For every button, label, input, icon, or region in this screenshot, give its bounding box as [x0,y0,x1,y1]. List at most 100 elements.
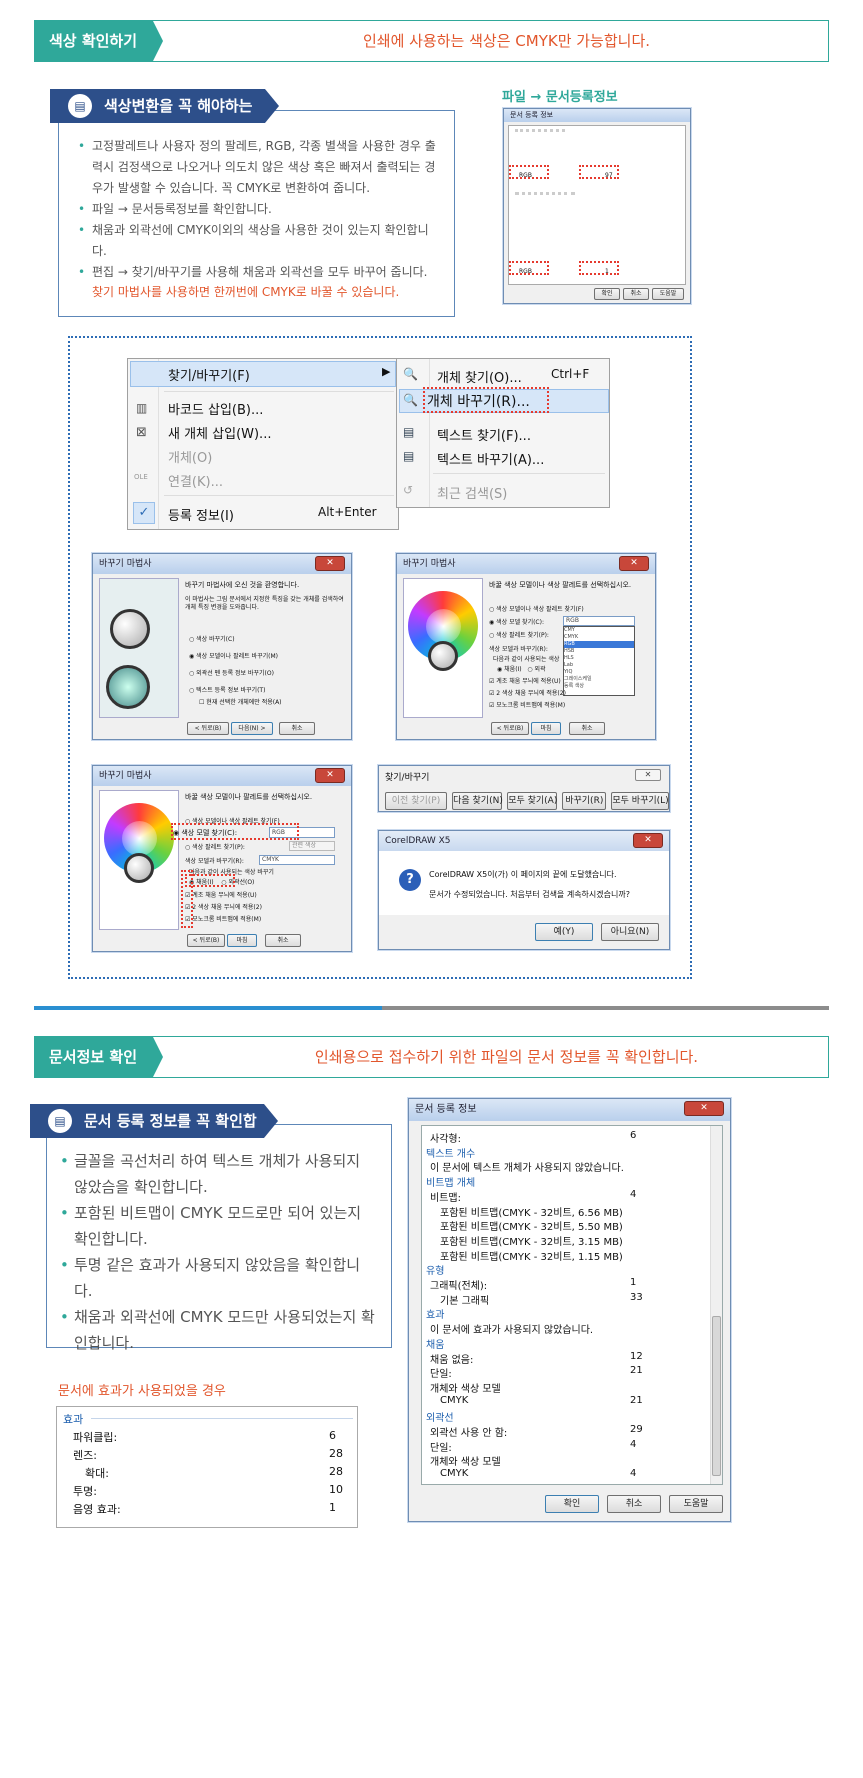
replace-wizard-cmyk: 바꾸기 마법사 ✕ 바꿀 색상 모델이나 팔레트를 선택하십시오. ○ 색상 모… [92,765,352,952]
back-button[interactable]: < 뒤로(B) [187,722,229,735]
edit-menu: 찾기/바꾸기(F) ▶ ▥ 바코드 삽입(B)... ⊠ 새 개체 삽입(W).… [127,358,399,530]
dropdown-option[interactable]: YIQ [564,669,634,676]
wizard2-option[interactable]: ○ 색상 팔레트 찾기(P): [489,630,549,639]
palette-select[interactable]: 관련 색상 [289,841,335,851]
menu-item-insert-object[interactable]: 새 개체 삽입(W)... [168,423,271,442]
back-button[interactable]: < 뒤로(B) [187,934,225,947]
menu-item-properties[interactable]: 등록 정보(I) [168,505,234,524]
section-message-color: 인쇄에 사용하는 색상은 CMYK만 가능합니다. [362,32,651,50]
find-next-button[interactable]: 다음 찾기(N) [452,792,503,810]
color-model-select[interactable]: RGB [563,616,635,626]
submenu-shortcut-find: Ctrl+F [551,367,590,381]
replace-all-button[interactable]: 모두 바꾸기(L) [611,792,670,810]
dropdown-option[interactable]: HSB [564,648,634,655]
dropdown-option[interactable]: HLS [564,655,634,662]
section-header-docinfo: 문서정보 확인 인쇄용으로 접수하기 위한 파일의 문서 정보를 꼭 확인합니다… [34,1036,829,1078]
close-icon[interactable]: ✕ [315,556,345,571]
magnifier-icon [124,853,154,883]
wizard2-illustration [403,578,483,718]
menu-item-link: 연결(K)... [168,475,223,490]
doc-info-row-label: 단일: [430,1369,452,1381]
wizard1-option[interactable]: ○ 색상 바꾸기(C) [189,634,235,643]
wizard2-apply-label: 다음과 같이 사용되는 색상 [493,656,560,663]
scrollbar[interactable] [710,1126,722,1484]
wizard3-option[interactable]: ○ 색상 팔레트 찾기(P): [185,842,245,851]
wizard1-option[interactable]: ○ 텍스트 등록 정보 바꾸기(T) [189,685,265,694]
scrollbar-thumb[interactable] [712,1316,721,1476]
find-all-button[interactable]: 모두 찾기(A) [507,792,557,810]
doc-info-group-heading: 비트맵 개체 [426,1178,476,1190]
doc-info-caption: 파일 → 문서등록정보 [502,90,618,105]
replace-model-select[interactable]: CMYK [259,855,335,865]
yes-button[interactable]: 예(Y) [535,923,593,941]
dropdown-option[interactable]: Lab [564,662,634,669]
effects-table-header: 효과 [63,1413,84,1426]
replace-text-icon: ▤ [403,449,415,463]
close-icon[interactable]: ✕ [315,768,345,783]
doc-info-row-label: 단일: [430,1442,452,1454]
magnifier-icon [106,665,150,709]
dropdown-option[interactable]: CMYK [564,634,634,641]
wizard2-option[interactable]: ◉ 색상 모델 찾기(C): [489,617,544,626]
wizard3-check[interactable]: ☑ 계조 채움 무늬에 적용(U) [185,890,257,899]
close-icon[interactable]: ✕ [684,1101,724,1116]
find-previous-button[interactable]: 이전 찾기(P) [385,792,447,810]
submenu-replace-text[interactable]: 텍스트 바꾸기(A)... [437,449,544,468]
wizard2-option[interactable]: ○ 색상 모델이나 색상 팔레트 찾기(F) [489,604,584,613]
doc-info-row-label: CMYK [440,1394,469,1406]
ok-button[interactable]: 확인 [545,1495,599,1513]
wizard3-check[interactable]: ☑ 모노크롬 비트맵에 적용(M) [185,914,261,923]
effects-row-value: 10 [329,1483,343,1496]
no-button[interactable]: 아니요(N) [601,923,659,941]
effects-table: 효과 파워클립: 6 렌즈: 28 확대: 28 투명: 10 음영 효과: 1 [56,1406,358,1528]
back-button[interactable]: < 뒤로(B) [491,722,529,735]
thumb-cancel-button[interactable]: 취소 [623,288,649,300]
dropdown-option[interactable]: 등록 색상 [564,683,634,690]
doc-info-group-heading: 텍스트 개수 [426,1148,476,1160]
wizard1-option[interactable]: ◉ 색상 모델이나 팔레트 바꾸기(M) [189,651,278,660]
menu-item-find-replace[interactable]: 찾기/바꾸기(F) [168,365,250,384]
close-icon[interactable]: ✕ [635,769,661,781]
section-tab-docinfo: 문서정보 확인 [35,1037,163,1077]
ole-icon: OLE [134,473,148,481]
close-icon[interactable]: ✕ [619,556,649,571]
replace-button[interactable]: 바꾸기(R) [562,792,607,810]
wizard2-check[interactable]: ☑ 모노크롬 비트맵에 적용(M) [489,700,565,709]
dropdown-option[interactable]: RGB [564,641,634,648]
wizard2-title: 바꾸기 마법사 [397,554,655,574]
finish-button[interactable]: 마침 [531,722,561,735]
wizard2-replace-label: 색상 모델과 바꾸기(R): [489,646,548,653]
submenu-find-text[interactable]: 텍스트 찾기(F)... [437,425,531,444]
wizard3-check[interactable]: ☑ 2 색상 채움 무늬에 적용(2) [185,902,262,911]
color-model-dropdown[interactable]: CMY CMYK RGB HSB HLS Lab YIQ 그레이스케일 등록 색… [563,626,635,696]
menu-item-barcode[interactable]: 바코드 삽입(B)... [168,399,263,418]
wizard1-checkbox[interactable]: ☐ 현재 선택한 개체에만 적용(A) [199,697,282,706]
effects-row-label: 렌즈: [73,1449,97,1462]
section-tab-color: 색상 확인하기 [35,21,163,61]
submenu-recent-search: 최근 검색(S) [437,487,508,502]
checkmark-icon: ✓ [133,502,155,524]
cancel-button[interactable]: 취소 [569,722,605,735]
cancel-button[interactable]: 취소 [279,722,315,735]
wizard1-intro: 바꾸기 마법사에 오신 것을 환영합니다. [185,581,300,589]
close-icon[interactable]: ✕ [633,833,663,848]
doc-info-row-value: 12 [630,1350,643,1362]
wizard2-check[interactable]: ☑ 2 색상 채움 무늬에 적용(2) [489,688,566,697]
dropdown-option[interactable]: CMY [564,627,634,634]
wizard1-option[interactable]: ○ 외곽선 펜 등록 정보 바꾸기(O) [189,668,274,677]
cancel-button[interactable]: 취소 [607,1495,661,1513]
finish-button[interactable]: 마침 [227,934,257,947]
wizard2-check[interactable]: ☑ 계조 채움 무늬에 적용(U) [489,676,561,685]
wizard2-apply-option[interactable]: ◉ 채움(I) ○ 외곽 [497,664,546,673]
list-item: 채움과 외곽선에 CMYK 모드만 사용되었는지 확인합니다. [60,1304,378,1356]
doc-info-row-label: 그래픽(전체): [430,1281,488,1292]
effects-caption: 문서에 효과가 사용되었을 경우 [58,1384,226,1399]
dropdown-option[interactable]: 그레이스케일 [564,676,634,683]
menu-shortcut-properties: Alt+Enter [318,505,377,519]
cancel-button[interactable]: 취소 [265,934,301,947]
thumb-help-button[interactable]: 도움말 [652,288,684,300]
help-button[interactable]: 도움말 [669,1495,723,1513]
thumb-ok-button[interactable]: 확인 [594,288,620,300]
next-button[interactable]: 다음(N) > [231,722,273,735]
submenu-find-object[interactable]: 개체 찾기(O)... [437,367,522,386]
